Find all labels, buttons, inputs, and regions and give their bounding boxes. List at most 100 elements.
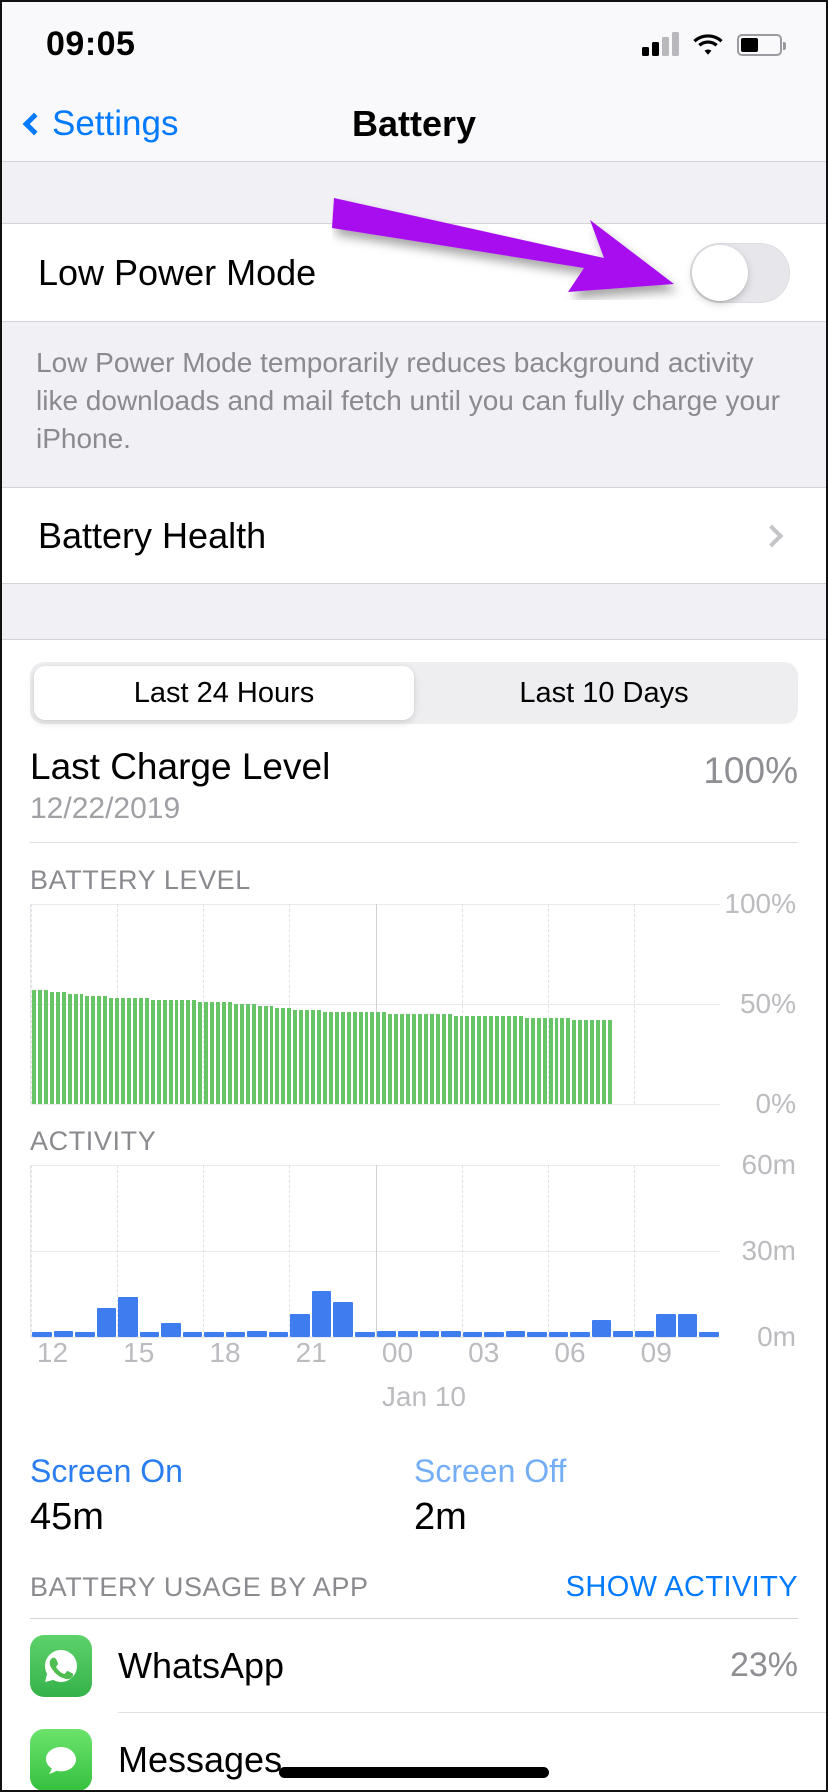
activity-x-tick: 09 (640, 1336, 672, 1368)
chart-bar (55, 991, 60, 1104)
battery-usage-header-label: BATTERY USAGE BY APP (30, 1571, 369, 1602)
chart-bar (352, 1011, 357, 1104)
segment-last-10-days[interactable]: Last 10 Days (414, 666, 794, 720)
chart-bar (340, 1011, 345, 1104)
last-charge-level-title: Last Charge Level (30, 746, 331, 788)
chart-bar (174, 999, 179, 1104)
chart-bar (453, 1015, 458, 1104)
chart-bar (328, 1011, 333, 1104)
activity-x-axis: 12 15 18 21 00 03 06 09 Jan 10 (30, 1337, 720, 1427)
screen-on-value: 45m (30, 1495, 104, 1538)
y-tick-30m: 30m (741, 1234, 796, 1266)
chart-bar (412, 1013, 416, 1104)
chart-bar (417, 1013, 422, 1104)
chart-bar (245, 1003, 250, 1104)
screen-off-label: Screen Off (414, 1452, 567, 1489)
home-indicator (279, 1767, 549, 1778)
chart-bar (364, 1011, 369, 1104)
chart-bar (103, 995, 108, 1104)
back-button[interactable]: Settings (22, 104, 178, 144)
chart-bar (596, 1019, 600, 1104)
chart-bar (584, 1019, 589, 1104)
chart-bar (121, 997, 125, 1104)
wifi-icon (693, 33, 723, 56)
low-power-mode-row[interactable]: Low Power Mode (2, 224, 826, 322)
time-range-segmented-control[interactable]: Last 24 Hours Last 10 Days (30, 662, 798, 725)
chart-bar (333, 1302, 353, 1337)
chart-bar (435, 1013, 440, 1104)
chart-bar (423, 1013, 428, 1104)
chart-bar (507, 1015, 511, 1104)
y-tick-50: 50% (739, 987, 796, 1019)
battery-level-y-axis: 100% 50% 0% (720, 888, 798, 1119)
chart-bar (459, 1015, 464, 1104)
chart-bar (293, 1009, 298, 1104)
last-charge-level-date: 12/22/2019 (30, 791, 181, 825)
chart-bar (32, 989, 36, 1104)
app-percent-whatsapp: 23% (729, 1646, 798, 1685)
show-activity-button[interactable]: SHOW ACTIVITY (566, 1571, 798, 1604)
status-bar: 09:05 (2, 2, 826, 86)
chart-bar (590, 1019, 595, 1104)
app-row-messages[interactable]: Messages (30, 1713, 798, 1790)
chart-gridline (31, 1103, 720, 1105)
chart-bar (602, 1019, 606, 1104)
chart-bar (554, 1017, 559, 1104)
chart-bar (382, 1011, 387, 1104)
chart-bar (566, 1017, 571, 1104)
y-tick-100: 100% (724, 887, 796, 919)
chart-bar (287, 1007, 292, 1104)
chart-bar (210, 1001, 215, 1104)
chart-bar (257, 1005, 262, 1104)
chart-bar (542, 1017, 547, 1104)
chart-bar (61, 991, 66, 1104)
chart-bar (37, 989, 42, 1104)
chart-bar (198, 1001, 203, 1104)
battery-level-chart-title: BATTERY LEVEL (30, 864, 251, 895)
screen-on-stat[interactable]: Screen On 45m (30, 1453, 414, 1539)
last-charge-level-percent: 100% (703, 750, 798, 792)
chart-bar (168, 999, 173, 1104)
battery-level-chart: 100% 50% 0% (30, 888, 798, 1119)
chevron-left-icon (22, 112, 46, 135)
y-tick-60m: 60m (741, 1148, 796, 1180)
screen-on-label: Screen On (30, 1452, 183, 1489)
battery-health-label: Battery Health (38, 514, 267, 556)
nav-bar: Settings Battery (2, 86, 826, 162)
chart-bar (441, 1013, 446, 1104)
chart-bar (79, 993, 84, 1104)
chart-bar (161, 1322, 181, 1337)
activity-x-tick: 00 (381, 1336, 414, 1368)
segment-last-24-hours[interactable]: Last 24 Hours (34, 666, 414, 721)
low-power-mode-toggle[interactable] (690, 242, 790, 303)
chart-bar (465, 1015, 470, 1104)
chart-bar (548, 1017, 553, 1104)
chart-bar (512, 1015, 517, 1104)
screen-off-stat[interactable]: Screen Off 2m (414, 1453, 798, 1539)
chart-bar (607, 1019, 612, 1104)
chart-bar (251, 1003, 256, 1104)
status-time: 09:05 (46, 24, 136, 63)
chart-bars (31, 1165, 720, 1337)
chart-bar (216, 1001, 220, 1104)
chart-bar (96, 1308, 117, 1337)
chart-bar (677, 1313, 698, 1337)
activity-x-tick: 21 (295, 1336, 327, 1368)
chart-bar (115, 997, 120, 1104)
chart-bar (591, 1319, 612, 1337)
chart-bar (578, 1019, 583, 1104)
activity-chart-title: ACTIVITY (30, 1125, 157, 1156)
chart-bar (118, 1296, 138, 1337)
battery-health-row[interactable]: Battery Health (2, 488, 826, 585)
activity-plot-area (30, 1164, 720, 1338)
chart-bar (560, 1017, 565, 1104)
iphone-screen: 09:05 Settings Battery Low Power Mode Lo… (0, 0, 828, 1792)
toggle-knob (692, 244, 748, 301)
chart-bar (400, 1013, 405, 1104)
chart-bar (233, 1003, 238, 1104)
chart-bar (275, 1007, 280, 1104)
chart-bar (406, 1013, 410, 1104)
chart-bar (471, 1015, 476, 1104)
cellular-signal-icon (642, 32, 679, 56)
app-row-whatsapp[interactable]: WhatsApp 23% (30, 1619, 826, 1713)
